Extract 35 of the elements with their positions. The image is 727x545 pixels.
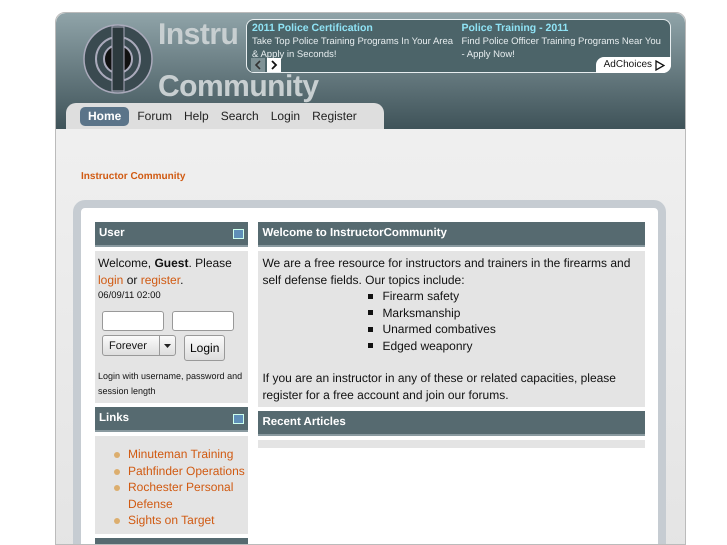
date-text: 06/09/11 02:00 [98, 289, 162, 303]
nav-link[interactable]: Forum [133, 107, 176, 126]
link-item[interactable]: Minuteman Training [128, 446, 234, 463]
block-title: Welcome to InstructorCommunity [262, 226, 447, 241]
logo-text: Community [158, 73, 318, 101]
breadcrumb[interactable]: Instructor Community [81, 169, 186, 184]
nav-link[interactable]: Search [216, 107, 263, 126]
login-link[interactable]: login [98, 273, 124, 287]
block-title: Recent Articles [262, 415, 346, 430]
intro-text: We are a free resource for instructors and trainers in the firearms and self defense fields. Our topics include: [262, 255, 632, 288]
nav-link[interactable]: Login [266, 107, 304, 126]
topic-item: Marksmanship [382, 304, 460, 321]
block-title: Links [99, 411, 130, 426]
session-length-select[interactable]: Forever [102, 335, 176, 356]
block-title: User [99, 226, 125, 241]
topic-item: Firearm safety [382, 288, 460, 304]
ad-text: Take Top Police Training Programs In Your Area & Apply in Seconds! [252, 35, 454, 61]
ad-text: Find Police Officer Training Programs Near You - Apply Now! [462, 35, 662, 60]
outro-text: If you are an instructor in any of these or related capacities, please register for a free account and join our forums. [262, 370, 617, 403]
adchoices-badge[interactable]: AdChoices [596, 57, 671, 73]
link-item[interactable]: Sights on Target [128, 512, 215, 529]
logo-text: Instru [158, 21, 238, 49]
login-button[interactable]: Login [184, 335, 226, 362]
topic-item: Unarmed combatives [382, 321, 496, 338]
welcome-text: Welcome, Guest. Please login or register. [98, 255, 233, 289]
topic-item: Edged weaponry [382, 338, 473, 354]
nav-link[interactable]: Home [80, 107, 130, 126]
nav-link[interactable]: Register [308, 107, 361, 126]
ad-title[interactable]: 2011 Police Certification [252, 21, 456, 35]
link-item[interactable]: Pathfinder Operations [128, 462, 245, 480]
nav-link[interactable]: Help [180, 107, 213, 126]
register-link[interactable]: register [140, 273, 180, 287]
login-hint: Login with username, password and session length [98, 370, 244, 398]
link-item[interactable]: Rochester Personal Defense [128, 479, 246, 512]
ad-title[interactable]: Police Training - 2011 [462, 21, 665, 35]
